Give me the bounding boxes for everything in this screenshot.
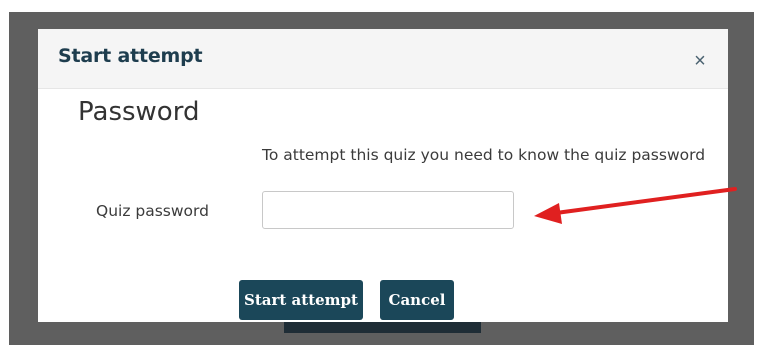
quiz-password-label: Quiz password [96,202,209,220]
password-info-text: To attempt this quiz you need to know th… [262,146,706,164]
dialog-header: Start attempt × [38,29,728,89]
dialog-title: Start attempt [58,45,203,67]
quiz-password-input[interactable] [262,191,514,229]
cancel-button[interactable]: Cancel [380,280,454,320]
start-attempt-dialog: Start attempt × Password To attempt this… [38,29,728,322]
start-attempt-button[interactable]: Start attempt [239,280,363,320]
close-icon[interactable]: × [688,49,712,73]
screenshot-frame: Start attempt × Password To attempt this… [0,0,761,351]
section-heading: Password [78,97,200,127]
